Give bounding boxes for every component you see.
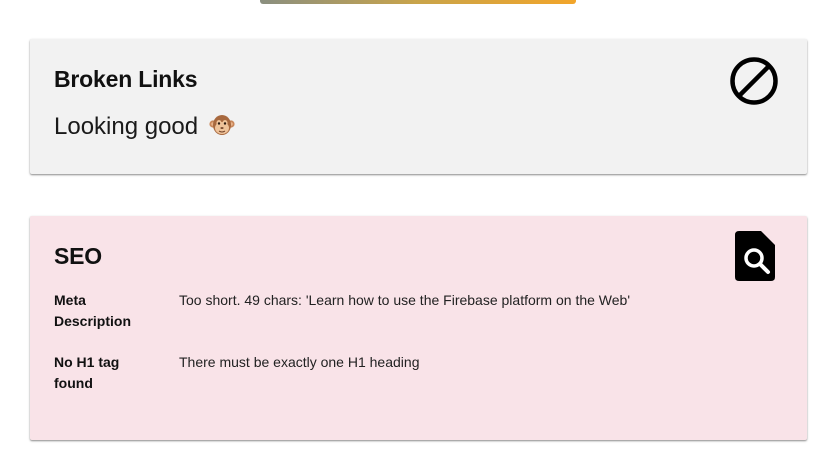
- seo-issue-message: There must be exactly one H1 heading: [179, 354, 420, 370]
- seo-title: SEO: [54, 243, 102, 269]
- broken-links-card: Broken Links Looking good: [30, 39, 807, 174]
- broken-links-status: Looking good: [54, 113, 235, 144]
- previous-card-bottom-strip: [260, 0, 576, 4]
- find-in-page-icon: [735, 231, 775, 281]
- broken-links-status-text: Looking good: [54, 113, 199, 140]
- block-icon: [729, 56, 779, 106]
- seo-issue-label: Meta Description: [54, 292, 132, 329]
- seo-issue-message: Too short. 49 chars: 'Learn how to use t…: [179, 292, 631, 308]
- broken-links-title: Broken Links: [54, 66, 198, 92]
- seo-issue-label: No H1 tag found: [54, 354, 120, 391]
- seo-card: SEO Meta Description Too short. 49 chars…: [30, 216, 807, 440]
- monkey-face-icon: [209, 113, 235, 144]
